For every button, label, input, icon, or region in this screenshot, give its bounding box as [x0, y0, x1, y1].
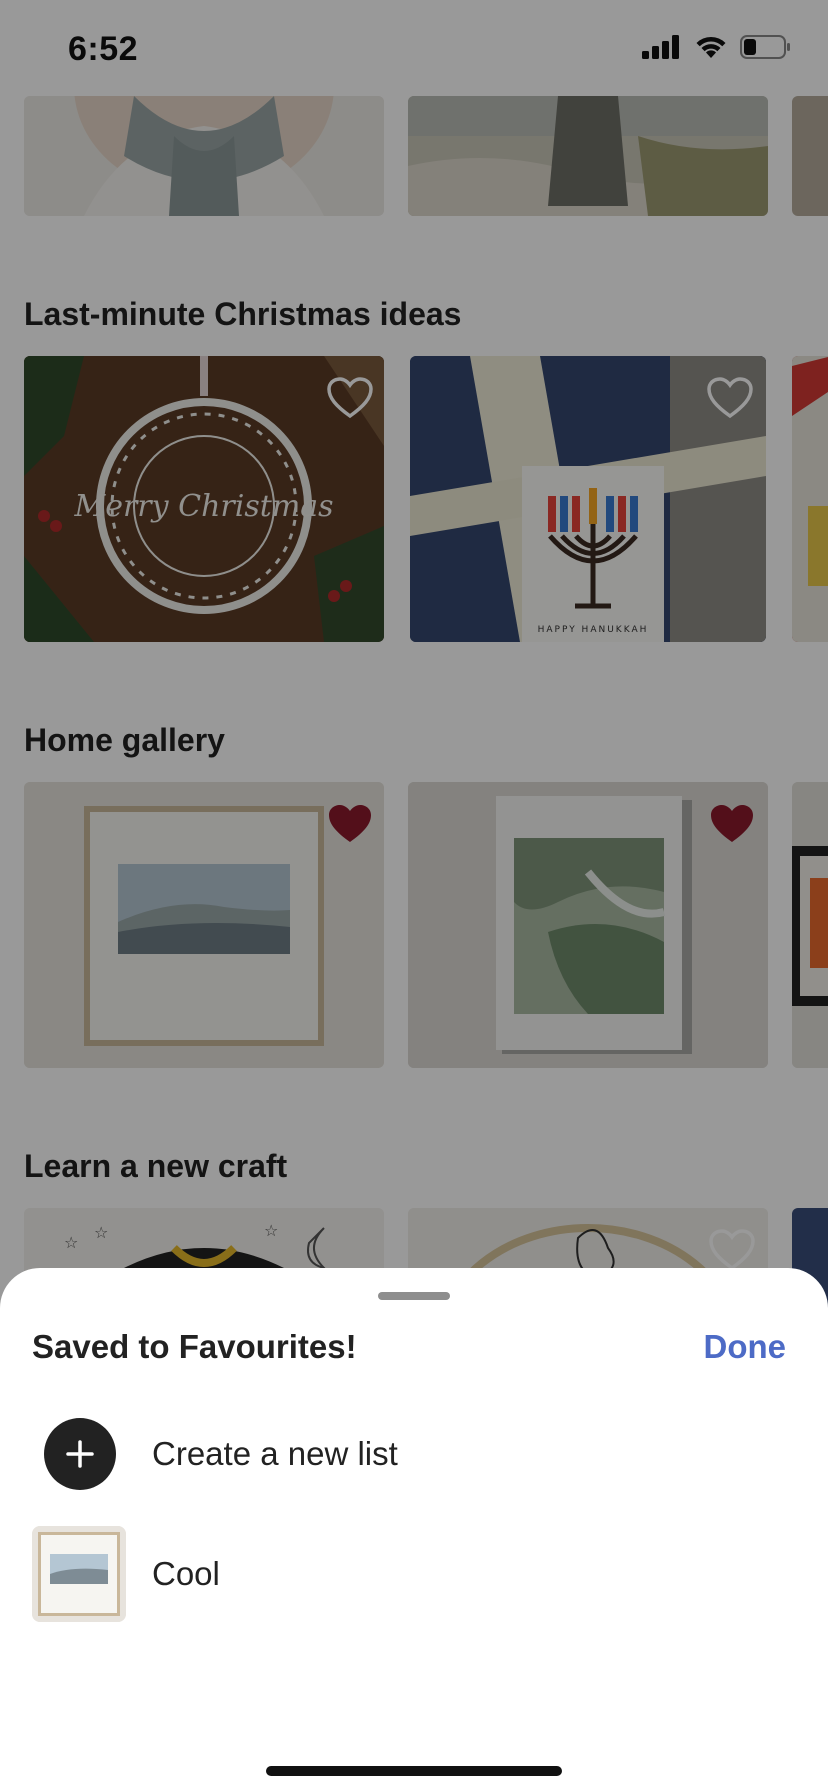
sheet-title: Saved to Favourites! — [32, 1328, 357, 1365]
list-thumbnail — [32, 1526, 126, 1622]
list-item-label: Cool — [152, 1555, 220, 1592]
favourites-bottom-sheet: Saved to Favourites! Done Create a new l… — [0, 1268, 828, 1792]
create-new-list-label: Create a new list — [152, 1435, 398, 1472]
list-item-cool[interactable]: Cool — [0, 1524, 828, 1624]
create-new-list-row[interactable]: Create a new list — [0, 1404, 828, 1504]
home-indicator[interactable] — [266, 1766, 562, 1776]
plus-icon — [44, 1418, 116, 1490]
done-button[interactable]: Done — [704, 1328, 787, 1366]
sheet-grabber[interactable] — [378, 1292, 450, 1300]
